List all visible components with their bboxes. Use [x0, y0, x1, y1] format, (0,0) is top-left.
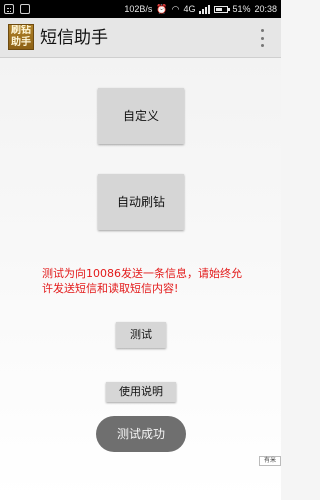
- help-button[interactable]: 使用说明: [106, 382, 176, 402]
- network-type: 4G: [183, 4, 196, 14]
- overflow-menu-icon[interactable]: [259, 29, 265, 47]
- auto-button[interactable]: 自动刷钻: [98, 174, 184, 230]
- notification-icon: [4, 4, 14, 14]
- ad-badge[interactable]: 有米: [259, 456, 281, 466]
- status-bar: 102B/s ⏰ ◠ 4G 51% 20:38: [0, 0, 281, 18]
- status-right-icons: 102B/s ⏰ ◠ 4G 51% 20:38: [124, 0, 277, 18]
- battery-icon: [214, 5, 231, 13]
- main-content: 自定义 自动刷钻 测试为向10086发送一条信息，请始终允许发送短信和读取短信内…: [0, 58, 281, 500]
- status-left-icons: [4, 0, 30, 18]
- toast-message: 测试成功: [96, 416, 186, 452]
- app-bar: 刷钻助手 短信助手: [0, 18, 281, 58]
- test-button[interactable]: 测试: [116, 322, 166, 348]
- screenshot-icon: [20, 4, 30, 14]
- alarm-icon: ⏰: [156, 4, 168, 14]
- battery-percent: 51%: [232, 4, 251, 14]
- app-title: 短信助手: [40, 28, 108, 48]
- clock: 20:38: [254, 4, 277, 14]
- wifi-icon: ◠: [171, 4, 180, 14]
- custom-button[interactable]: 自定义: [98, 88, 184, 144]
- signal-icon: [199, 4, 211, 14]
- network-speed: 102B/s: [124, 4, 153, 14]
- notice-text: 测试为向10086发送一条信息，请始终允许发送短信和读取短信内容!: [42, 267, 242, 295]
- app-logo: 刷钻助手: [8, 24, 34, 50]
